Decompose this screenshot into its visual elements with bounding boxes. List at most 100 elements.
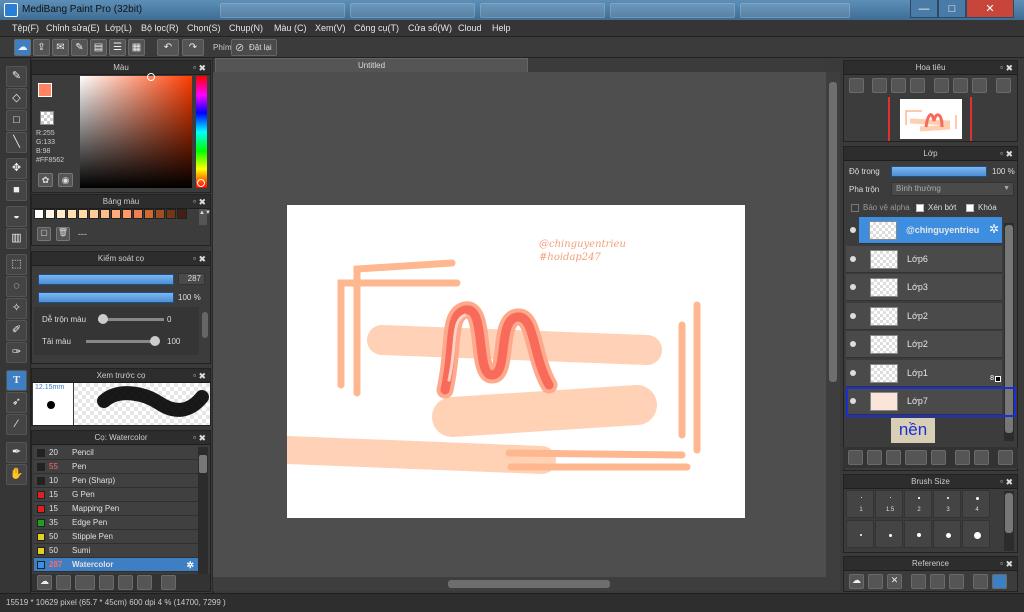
add-brush-menu-icon[interactable] — [75, 575, 95, 590]
close-icon[interactable]: ✖ — [198, 61, 206, 75]
palette-swatch[interactable] — [144, 209, 154, 219]
eraser-tool-icon[interactable]: ◇ — [6, 88, 27, 109]
layer-folder-icon[interactable] — [931, 450, 946, 465]
duplicate-layer-icon[interactable] — [955, 450, 970, 465]
brush-size-cell[interactable]: 2 — [904, 490, 932, 518]
palette-swatch[interactable] — [67, 209, 77, 219]
open-folder-icon[interactable] — [868, 574, 883, 589]
brush-control-scrollbar[interactable] — [202, 312, 208, 338]
ref-zoom-out-icon[interactable] — [949, 574, 964, 589]
brush-size-cell[interactable] — [904, 520, 932, 548]
zoom-in-small-icon[interactable] — [872, 78, 887, 93]
palette-swatch[interactable] — [111, 209, 121, 219]
brush-list-item[interactable]: 15 G Pen — [34, 488, 198, 502]
list-icon[interactable]: ☰ — [109, 39, 126, 56]
popout-icon[interactable]: ▫ — [1000, 557, 1003, 571]
menu-select[interactable]: Chọn(S) — [187, 23, 221, 33]
layer-opacity-slider[interactable] — [891, 166, 987, 177]
brush-size-cell[interactable]: 1.5 — [875, 490, 903, 518]
brush-list-item[interactable]: 287 Watercolor ✲ — [34, 558, 198, 572]
layer-row[interactable]: @chinguyentrieu ✲ — [850, 217, 1002, 244]
menu-edit[interactable]: Chỉnh sửa(E) — [46, 23, 100, 33]
cloud-brush-icon[interactable]: ☁ — [37, 575, 52, 590]
new-brush-icon[interactable] — [56, 575, 71, 590]
palette-scroll[interactable]: ▲▼ — [199, 209, 211, 225]
popout-icon[interactable]: ▫ — [193, 61, 196, 75]
new-halftone-layer-icon[interactable] — [867, 450, 882, 465]
hue-slider[interactable] — [196, 76, 207, 188]
popout-icon[interactable]: ▫ — [193, 369, 196, 383]
operation-tool-icon[interactable]: ➶ — [6, 392, 27, 413]
reset-snap-button[interactable]: ⊘ Đặt lại — [231, 39, 277, 56]
rotate-right-icon[interactable] — [972, 78, 987, 93]
delete-brush-icon[interactable] — [161, 575, 176, 590]
minimize-button[interactable]: — — [910, 0, 938, 18]
magic-wand-icon[interactable]: ✧ — [6, 298, 27, 319]
grid-icon[interactable]: ▦ — [128, 39, 145, 56]
palette-swatch[interactable] — [89, 209, 99, 219]
menu-tools[interactable]: Công cụ(T) — [354, 23, 399, 33]
brush-size-cell[interactable]: 3 — [933, 490, 961, 518]
brush-list-item[interactable]: 20 Pencil — [34, 446, 198, 460]
navigator-preview[interactable] — [888, 97, 972, 141]
menu-file[interactable]: Tệp(F) — [12, 23, 39, 33]
drawing-canvas[interactable]: @chinguyentrieu #hoidap247 — [287, 205, 745, 518]
layer-row[interactable]: Lớp2 — [846, 331, 1002, 358]
palette-swatch[interactable] — [177, 209, 187, 219]
gear-icon[interactable]: ✲ — [186, 558, 194, 572]
main-color-swatch[interactable] — [38, 83, 52, 97]
paint-amount-track[interactable] — [86, 340, 158, 343]
fit-icon[interactable] — [891, 78, 906, 93]
protect-alpha-checkbox[interactable] — [851, 204, 859, 212]
layer-row[interactable]: Lớp2 — [846, 302, 1002, 330]
add-layer-menu-icon[interactable] — [905, 450, 927, 465]
menu-window[interactable]: Cửa sổ(W) — [408, 23, 452, 33]
close-icon[interactable]: ✖ — [198, 431, 206, 445]
undo-icon[interactable]: ↶ — [157, 39, 179, 56]
upload-icon[interactable]: ⇪ — [33, 39, 50, 56]
ref-fit-icon[interactable] — [930, 574, 945, 589]
new-layer-icon[interactable] — [848, 450, 863, 465]
select-pen-icon[interactable]: ✐ — [6, 320, 27, 341]
brush-size-scroll-thumb[interactable] — [1005, 493, 1013, 533]
palette-swatch[interactable] — [166, 209, 176, 219]
menu-capture[interactable]: Chụp(N) — [229, 23, 263, 33]
brush-settings-icon[interactable] — [99, 575, 114, 590]
close-icon[interactable]: ✖ — [198, 369, 206, 383]
menu-filter[interactable]: Bộ lọc(R) — [141, 23, 179, 33]
close-icon[interactable]: ✖ — [1005, 61, 1013, 75]
menu-layer[interactable]: Lớp(L) — [105, 23, 132, 33]
palette-swatch[interactable] — [78, 209, 88, 219]
eye-icon[interactable] — [850, 369, 856, 376]
brush-size-cell[interactable] — [962, 520, 990, 548]
popout-icon[interactable]: ▫ — [1000, 475, 1003, 489]
eye-icon[interactable] — [850, 284, 856, 290]
rectangle-tool-icon[interactable]: □ — [6, 110, 27, 131]
layer-row[interactable]: Lớp1 8 — [846, 359, 1002, 387]
transparent-swatch[interactable] — [40, 111, 54, 125]
lasso-tool-icon[interactable]: ◌ — [6, 276, 27, 297]
popout-icon[interactable]: ▫ — [193, 431, 196, 445]
menu-view[interactable]: Xem(V) — [315, 23, 346, 33]
brush-list-scrollbar[interactable] — [198, 447, 208, 574]
rotate-left-icon[interactable] — [934, 78, 949, 93]
new-8bit-layer-icon[interactable] — [886, 450, 901, 465]
trash-icon[interactable]: 🗑 — [56, 227, 70, 241]
close-reference-icon[interactable]: ✕ — [887, 574, 902, 589]
bucket-tool-icon[interactable]: ◒ — [6, 206, 27, 227]
blend-knob[interactable] — [98, 314, 108, 324]
canvas-viewport[interactable]: @chinguyentrieu #hoidap247 — [213, 72, 826, 577]
fill-rect-tool-icon[interactable]: ■ — [6, 180, 27, 201]
eyedropper-icon[interactable]: ✒ — [6, 442, 27, 463]
hand-tool-icon[interactable]: ✋ — [6, 464, 27, 485]
brush-list-item[interactable]: 10 Pen (Sharp) — [34, 474, 198, 488]
eye-icon[interactable] — [850, 312, 856, 319]
palette-swatch[interactable] — [155, 209, 165, 219]
ref-hand-icon[interactable] — [992, 574, 1007, 589]
layer-blend-select[interactable]: Bình thường ▼ — [891, 182, 1014, 196]
layer-settings-icon[interactable]: ✲ — [989, 222, 999, 236]
brush-tool-icon[interactable]: ✎ — [6, 66, 27, 87]
brush-size-value[interactable]: 287 — [178, 273, 205, 285]
brush-size-cell[interactable]: 1 — [846, 490, 874, 518]
select-rect-tool-icon[interactable]: ⬚ — [6, 254, 27, 275]
